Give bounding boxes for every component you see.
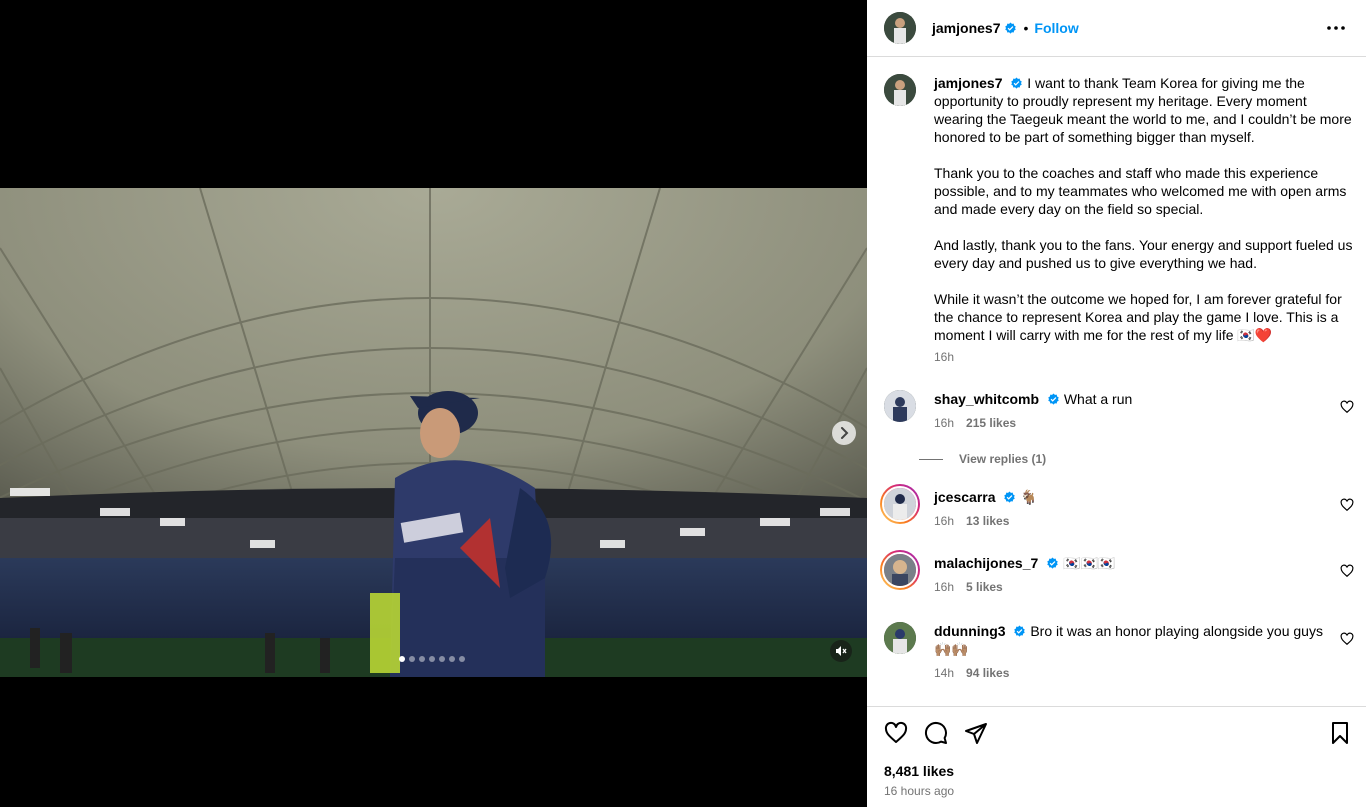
carousel-dot[interactable] (419, 656, 425, 662)
caption-paragraph: While it wasn’t the outcome we hoped for… (934, 291, 1342, 343)
carousel-dot[interactable] (439, 656, 445, 662)
like-comment-heart-icon[interactable] (1340, 400, 1354, 414)
commenter-avatar-story[interactable] (880, 484, 920, 524)
post-header: jamjones7 • Follow (867, 0, 1366, 57)
carousel-dot[interactable] (409, 656, 415, 662)
carousel-dot[interactable] (449, 656, 455, 662)
more-options-button[interactable] (1324, 18, 1348, 38)
comment: jcescarra 🐐 16h 13 likes (880, 484, 1354, 530)
verified-badge-icon (1005, 22, 1017, 34)
comment-likes[interactable]: 13 likes (966, 512, 1009, 530)
comment-username[interactable]: malachijones_7 (934, 555, 1038, 571)
commenter-avatar[interactable] (884, 390, 916, 422)
comment-text: 🇰🇷🇰🇷🇰🇷 (1063, 555, 1116, 571)
author-avatar[interactable] (884, 12, 916, 44)
caption-avatar[interactable] (884, 74, 916, 106)
post-photo[interactable] (0, 188, 867, 677)
comment-bubble-icon[interactable] (924, 721, 948, 745)
comment: shay_whitcomb What a run 16h 215 likes (884, 390, 1354, 430)
comment-username[interactable]: shay_whitcomb (934, 391, 1039, 407)
like-comment-heart-icon[interactable] (1340, 632, 1354, 646)
chevron-right-icon (841, 427, 849, 439)
author-username[interactable]: jamjones7 (932, 20, 1000, 36)
more-horizontal-icon (1327, 26, 1345, 30)
verified-badge-icon (1014, 625, 1026, 637)
verified-badge-icon (1048, 393, 1059, 405)
comment-time[interactable]: 14h (934, 664, 954, 682)
muted-speaker-icon (836, 646, 847, 656)
follow-button[interactable]: Follow (1034, 20, 1078, 36)
verified-badge-icon (1004, 491, 1016, 503)
view-replies-label: View replies (1) (959, 452, 1047, 466)
separator-bullet: • (1023, 20, 1029, 36)
post-actions: 8,481 likes 16 hours ago (867, 706, 1366, 807)
comment-likes[interactable]: 5 likes (966, 578, 1003, 596)
carousel-dot[interactable] (429, 656, 435, 662)
comment-username[interactable]: ddunning3 (934, 623, 1006, 639)
caption-paragraph: And lastly, thank you to the fans. Your … (934, 237, 1353, 271)
comment-time[interactable]: 16h (934, 414, 954, 432)
caption-paragraph: Thank you to the coaches and staff who m… (934, 165, 1347, 217)
mute-button[interactable] (830, 640, 852, 662)
view-replies-button[interactable]: View replies (1) (919, 452, 1046, 466)
caption-username[interactable]: jamjones7 (934, 75, 1002, 91)
comment-username[interactable]: jcescarra (934, 489, 996, 505)
comment-time[interactable]: 16h (934, 512, 954, 530)
carousel-dot[interactable] (399, 656, 405, 662)
post-side-panel: jamjones7 • Follow jamjones7 I want to t… (867, 0, 1366, 807)
caption-time[interactable]: 16h (934, 348, 954, 366)
like-comment-heart-icon[interactable] (1340, 564, 1354, 578)
post-likes-count[interactable]: 8,481 likes (884, 763, 954, 779)
commenter-avatar-story[interactable] (880, 550, 920, 590)
post-timestamp[interactable]: 16 hours ago (884, 784, 954, 798)
comments-list: jamjones7 I want to thank Team Korea for… (867, 58, 1366, 705)
share-send-icon[interactable] (964, 721, 988, 745)
comment-likes[interactable]: 94 likes (966, 664, 1009, 682)
verified-badge-icon (1011, 77, 1023, 89)
comment-text: What a run (1063, 391, 1133, 407)
like-comment-heart-icon[interactable] (1340, 498, 1354, 512)
replies-divider (919, 458, 943, 460)
comment: malachijones_7 🇰🇷🇰🇷🇰🇷 16h 5 likes (880, 550, 1354, 596)
like-heart-icon[interactable] (884, 721, 908, 745)
next-photo-button[interactable] (832, 421, 856, 445)
commenter-avatar[interactable] (884, 622, 916, 654)
carousel-dots (399, 656, 465, 662)
verified-badge-icon (1047, 557, 1058, 569)
comment-likes[interactable]: 215 likes (966, 414, 1016, 432)
comment: ddunning3 Bro it was an honor playing al… (884, 622, 1354, 682)
carousel-dot[interactable] (459, 656, 465, 662)
comment-time[interactable]: 16h (934, 578, 954, 596)
comment-text: 🐐 (1020, 489, 1038, 505)
save-bookmark-icon[interactable] (1328, 721, 1352, 745)
media-pane (0, 0, 867, 807)
